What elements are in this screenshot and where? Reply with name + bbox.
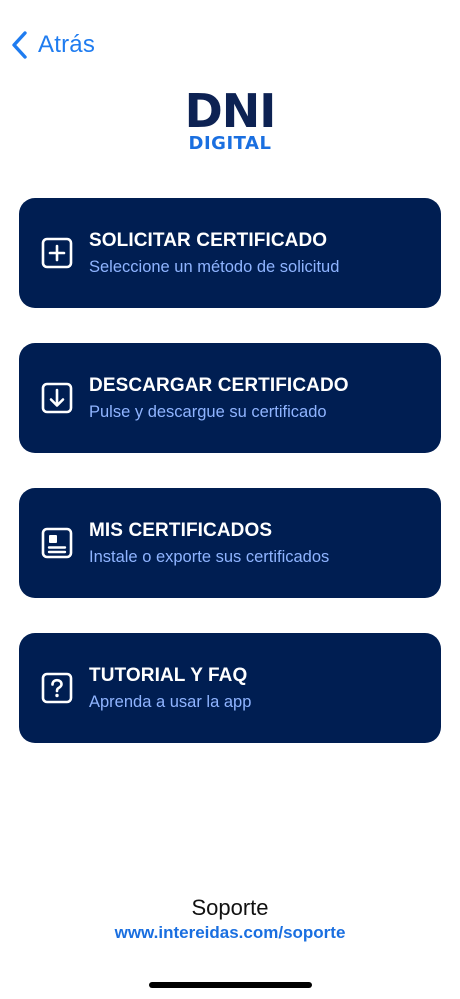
plus-square-icon (41, 237, 73, 269)
tutorial-faq-button[interactable]: TUTORIAL Y FAQ Aprenda a usar la app (19, 633, 441, 743)
request-certificate-button[interactable]: SOLICITAR CERTIFICADO Seleccione un méto… (19, 198, 441, 308)
support-title: Soporte (191, 895, 269, 920)
support-section: Soporte www.intereidas.com/soporte (0, 894, 460, 944)
question-square-icon (41, 672, 73, 704)
logo-main-text: DNI (184, 84, 277, 138)
logo-sub-text: DIGITAL (188, 133, 272, 154)
certificate-card-icon (41, 527, 73, 559)
chevron-left-icon (12, 31, 27, 59)
download-certificate-title: DESCARGAR CERTIFICADO (89, 374, 349, 396)
main-menu: SOLICITAR CERTIFICADO Seleccione un méto… (19, 198, 441, 778)
request-certificate-subtitle: Seleccione un método de solicitud (89, 257, 340, 276)
download-certificate-subtitle: Pulse y descargue su certificado (89, 402, 327, 421)
my-certificates-button[interactable]: MIS CERTIFICADOS Instale o exporte sus c… (19, 488, 441, 598)
home-indicator[interactable] (149, 982, 312, 988)
back-button[interactable]: Atrás (10, 28, 95, 62)
my-certificates-title: MIS CERTIFICADOS (89, 519, 273, 541)
my-certificates-subtitle: Instale o exporte sus certificados (89, 547, 330, 566)
download-certificate-button[interactable]: DESCARGAR CERTIFICADO Pulse y descargue … (19, 343, 441, 453)
download-square-icon (41, 382, 73, 414)
support-link[interactable]: www.intereidas.com/soporte (115, 922, 346, 944)
request-certificate-title: SOLICITAR CERTIFICADO (89, 229, 328, 251)
tutorial-faq-subtitle: Aprenda a usar la app (89, 692, 252, 711)
back-label: Atrás (38, 31, 96, 58)
tutorial-faq-title: TUTORIAL Y FAQ (89, 664, 248, 686)
app-logo: DNI DIGITAL (0, 88, 460, 154)
